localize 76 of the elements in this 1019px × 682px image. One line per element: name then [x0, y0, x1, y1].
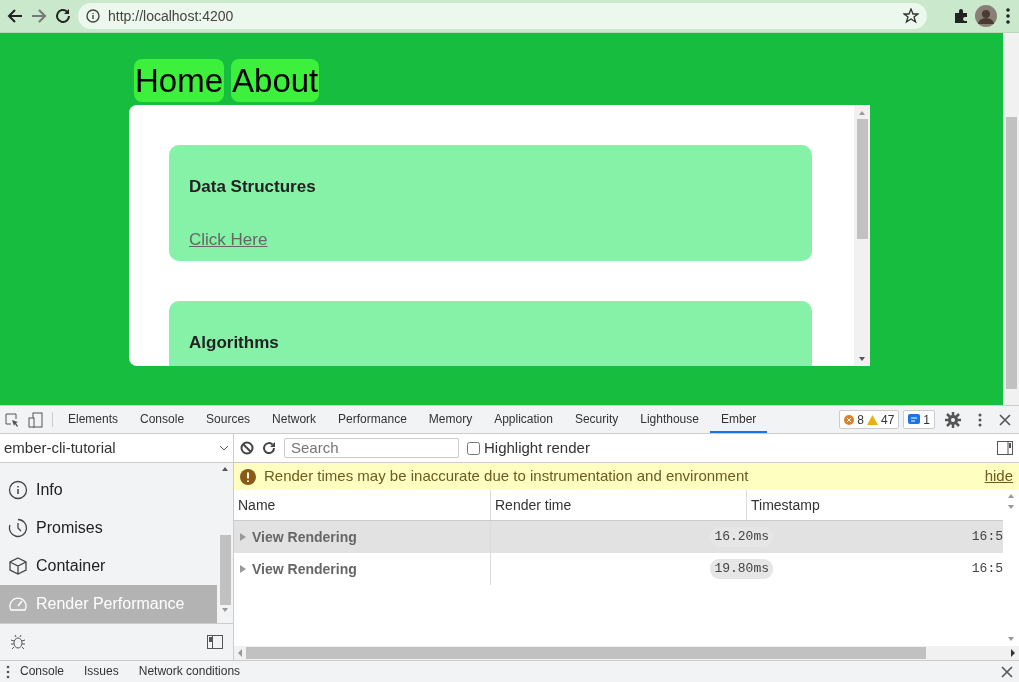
- chevron-icon: [219, 444, 229, 452]
- info-icon: [86, 9, 100, 23]
- panel-icon[interactable]: [207, 635, 223, 649]
- timestamp: 16:5: [971, 560, 1003, 579]
- inspect-icon[interactable]: [4, 411, 20, 428]
- column-header[interactable]: Render time: [491, 490, 747, 520]
- render-time: 16.20ms: [710, 527, 773, 547]
- star-icon[interactable]: [903, 8, 919, 24]
- search-field[interactable]: Search: [284, 438, 459, 458]
- settings-icon[interactable]: [945, 411, 961, 428]
- horizontal-scrollbar[interactable]: [234, 646, 1019, 660]
- nav-link[interactable]: About: [231, 59, 320, 102]
- table-row[interactable]: View Rendering 19.80ms 16:5: [234, 553, 1004, 585]
- highlight-checkbox[interactable]: [467, 441, 480, 455]
- close-icon[interactable]: [999, 413, 1011, 426]
- devtools-tab[interactable]: Performance: [327, 406, 418, 433]
- message-counter[interactable]: 1: [903, 410, 935, 429]
- drawer-tab[interactable]: Issues: [74, 661, 129, 682]
- reload-button[interactable]: [54, 7, 72, 25]
- reload-icon[interactable]: [262, 441, 276, 455]
- devtools-tab[interactable]: Security: [563, 406, 630, 433]
- row-name: View Rendering: [252, 559, 357, 579]
- devtools-tab[interactable]: Lighthouse: [629, 406, 710, 433]
- message-count: 1: [923, 411, 930, 429]
- warning-message: Render times may be inaccurate due to instrumentation and environment: [264, 466, 749, 487]
- more-icon[interactable]: [6, 664, 10, 679]
- error-icon: [844, 414, 855, 425]
- puzzle-icon[interactable]: [953, 8, 969, 24]
- more-icon[interactable]: [977, 411, 983, 428]
- info-icon: [8, 480, 28, 500]
- clear-icon[interactable]: [240, 441, 254, 455]
- card-title: Data Structures: [189, 177, 317, 198]
- scrollbar[interactable]: [1003, 33, 1019, 405]
- drawer-tab[interactable]: Network conditions: [128, 661, 251, 682]
- issue-counter[interactable]: 8 47: [839, 410, 900, 429]
- nav-link[interactable]: Home: [134, 59, 225, 102]
- sidebar-item[interactable]: Promises: [0, 509, 217, 547]
- sidebar-item[interactable]: Container: [0, 547, 217, 585]
- devtools-tab[interactable]: Sources: [195, 406, 262, 433]
- menu-icon[interactable]: [1003, 7, 1013, 25]
- address-bar[interactable]: http://localhost:4200: [78, 3, 927, 29]
- back-button[interactable]: [6, 7, 24, 25]
- message-icon: [908, 413, 921, 426]
- url-text: http://localhost:4200: [108, 6, 235, 26]
- alert-icon: [240, 468, 256, 485]
- devtools-tab[interactable]: Network: [261, 406, 328, 433]
- scrollbar[interactable]: [854, 105, 870, 366]
- devtools-tab[interactable]: Memory: [417, 406, 484, 433]
- forward-button[interactable]: [30, 7, 48, 25]
- warning-count: 47: [880, 411, 895, 429]
- expand-icon[interactable]: [240, 565, 246, 573]
- hide-link[interactable]: hide: [984, 465, 1013, 488]
- devtools-tab[interactable]: Ember: [709, 406, 768, 433]
- card-title: Algorithms: [189, 332, 280, 354]
- warning-icon: [866, 414, 878, 425]
- app-select[interactable]: ember-cli-tutorial: [0, 434, 233, 463]
- avatar-icon[interactable]: [975, 5, 997, 27]
- drawer-tab[interactable]: Console: [10, 661, 75, 682]
- render-time: 19.80ms: [710, 559, 773, 579]
- table-row[interactable]: View Rendering 16.20ms 16:5: [234, 521, 1004, 553]
- card-link[interactable]: Click Here: [189, 230, 268, 250]
- cube-icon: [8, 556, 28, 576]
- devtools-tab[interactable]: Elements: [57, 406, 130, 433]
- close-icon[interactable]: [1001, 665, 1013, 678]
- checkbox-label[interactable]: Highlight render: [484, 436, 590, 460]
- bug-icon[interactable]: [10, 634, 26, 650]
- column-header[interactable]: Name: [234, 490, 491, 520]
- row-name: View Rendering: [252, 527, 357, 547]
- error-count: 8: [857, 411, 864, 429]
- sidebar-toggle-icon[interactable]: [997, 441, 1013, 455]
- devtools-tab[interactable]: Application: [483, 406, 564, 433]
- sidebar-item[interactable]: Info: [0, 471, 217, 509]
- devtools-tab[interactable]: Console: [129, 406, 196, 433]
- timestamp: 16:5: [971, 528, 1003, 547]
- device-icon[interactable]: [28, 411, 44, 428]
- clock-icon: [8, 518, 28, 538]
